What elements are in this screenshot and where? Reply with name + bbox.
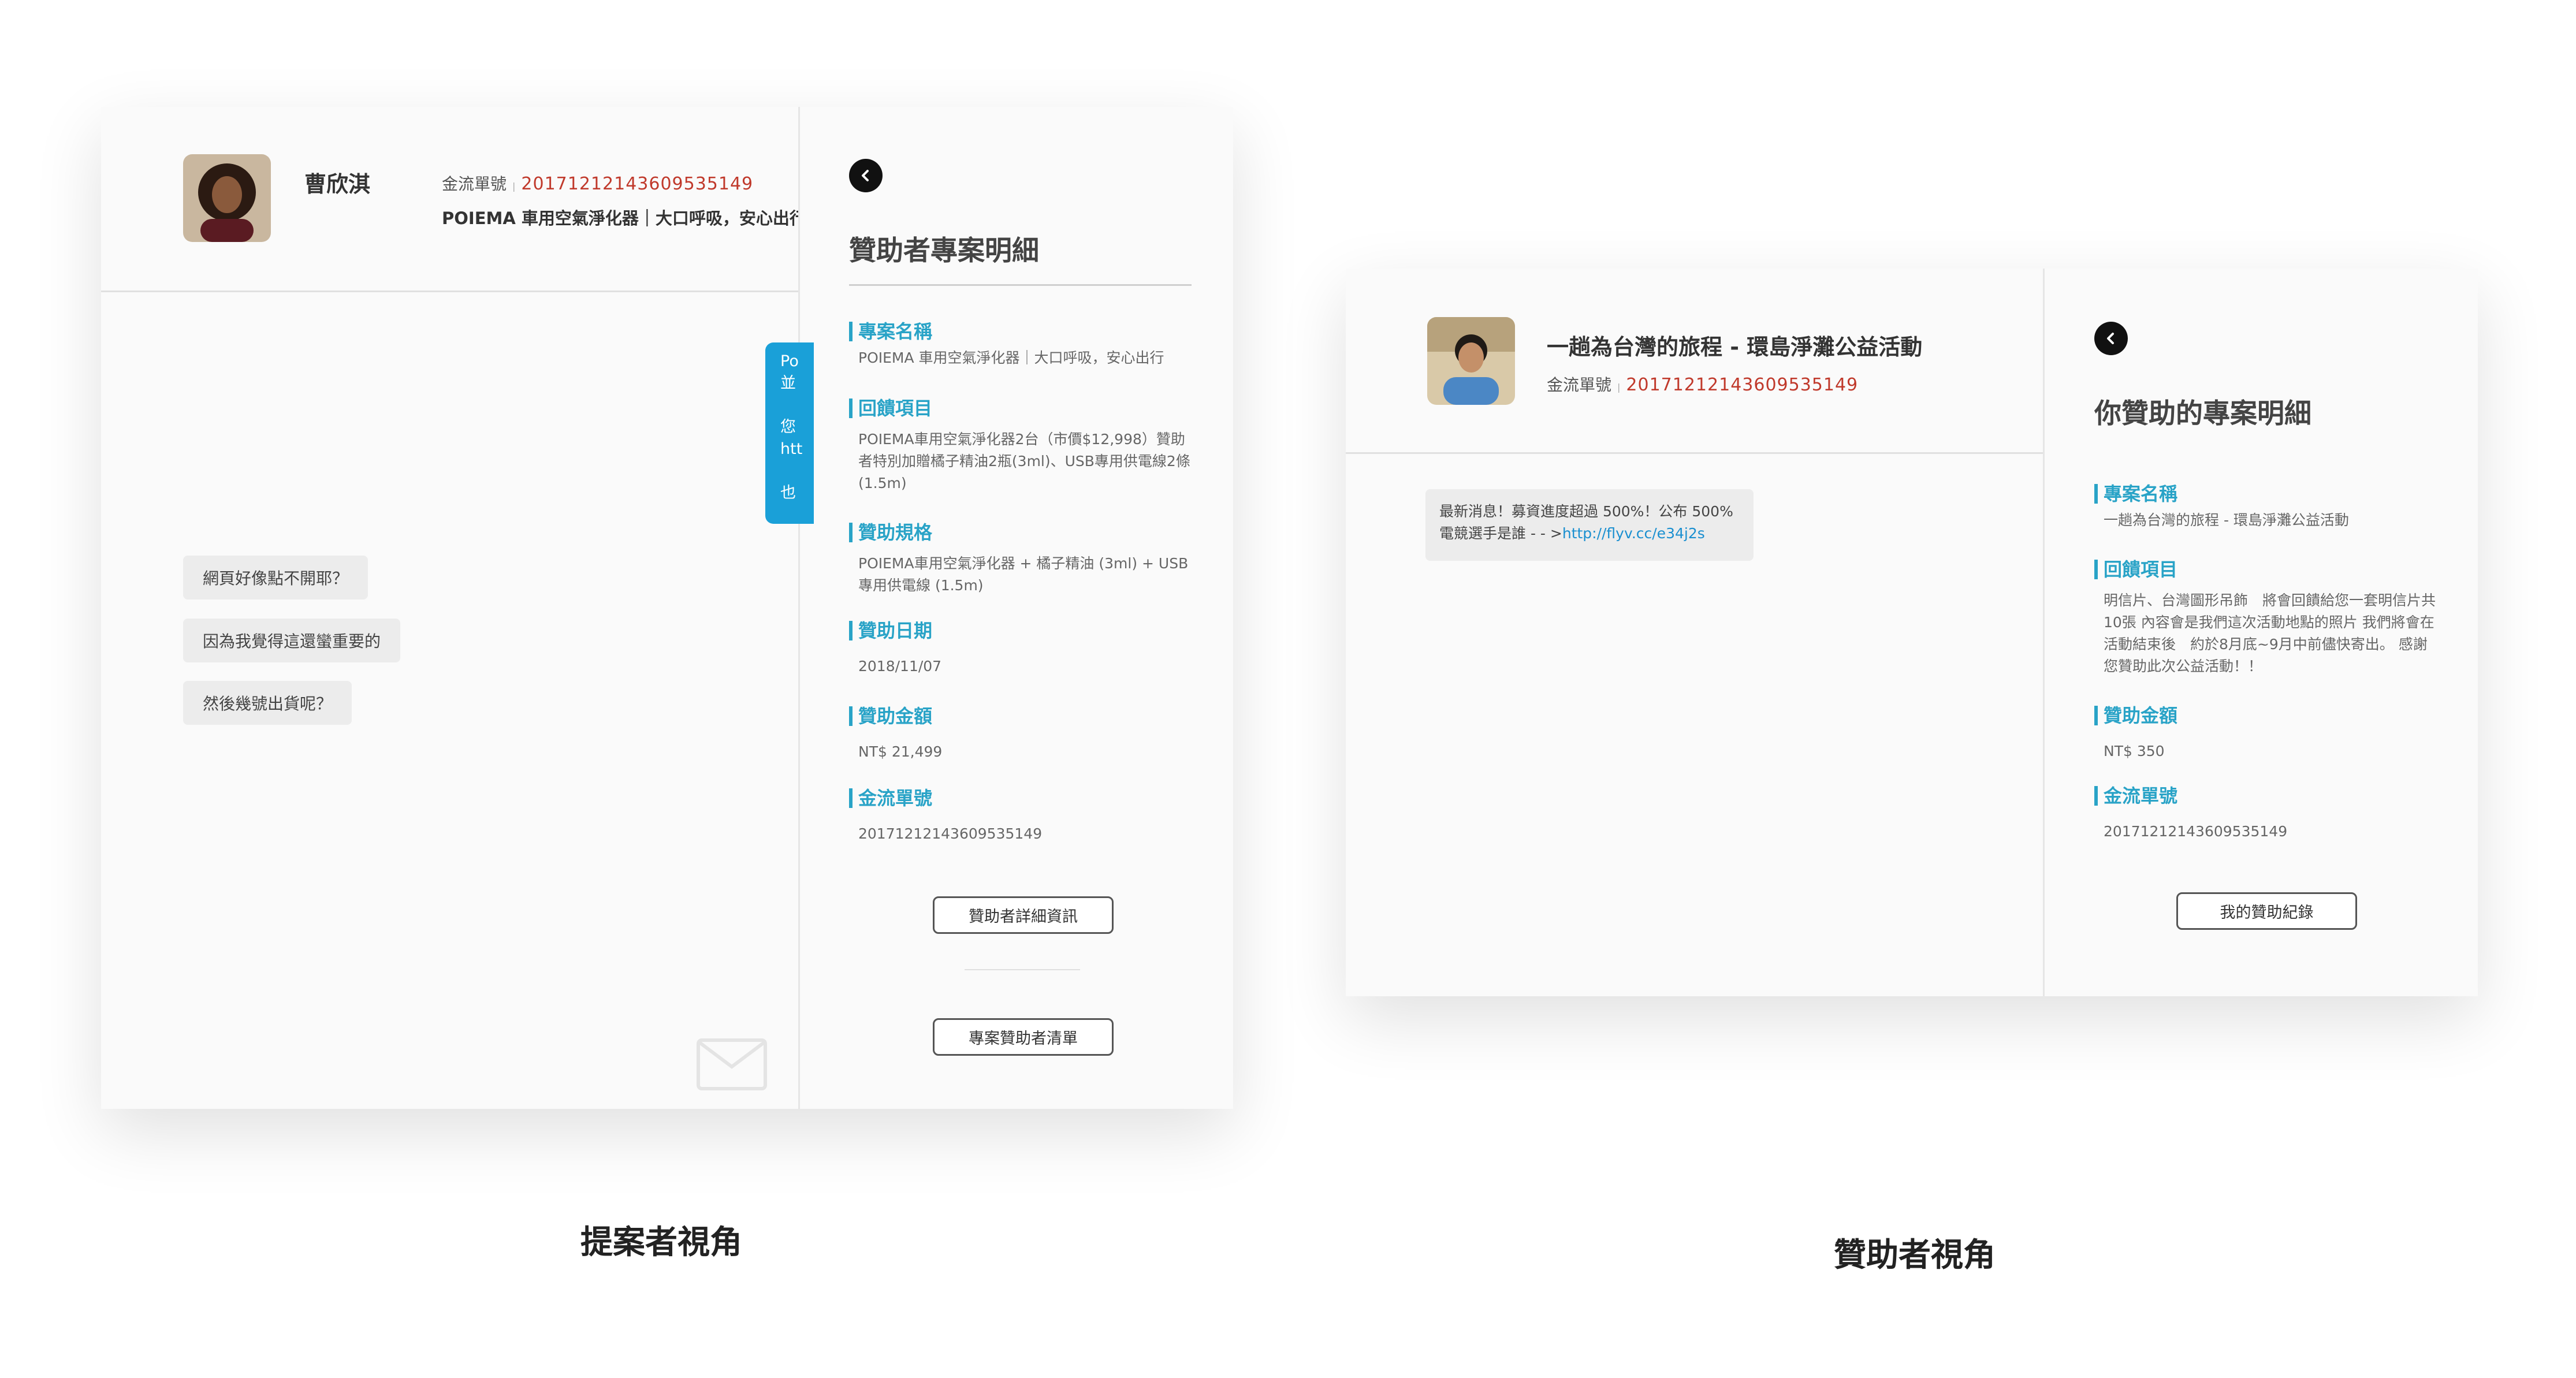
section-amount: 贊助金額 NT$ 21,499: [849, 706, 1196, 763]
my-sponsorship-records-button[interactable]: 我的贊助紀錄: [2176, 892, 2357, 930]
sent-message-line: htt: [780, 440, 803, 458]
proposer-view-card: 曹欣淇 金流單號 | 20171212143609535149 POIEMA 車用空…: [101, 107, 1233, 1109]
section-body: NT$ 21,499: [858, 743, 943, 760]
section-heading: 回饋項目: [2094, 560, 2441, 579]
caption-sponsor: 贊助者視角: [1834, 1237, 1996, 1274]
section-heading: 贊助規格: [849, 523, 1196, 542]
order-label: 金流單號: [1547, 375, 1612, 394]
section-body: NT$ 350: [2104, 743, 2165, 759]
section-reward: 回饋項目 POIEMA車用空氣淨化器2台（市價$12,998）贊助者特別加贈橘子…: [849, 398, 1196, 494]
section-body: POIEMA 車用空氣淨化器｜大口呼吸，安心出行: [858, 349, 1164, 366]
sent-message-line: 您: [780, 418, 796, 436]
message-link[interactable]: http://flyv.cc/e34j2s: [1562, 525, 1705, 542]
order-number-row: 金流單號 | 20171212143609535149: [442, 172, 753, 195]
section-spec: 贊助規格 POIEMA車用空氣淨化器 + 橘子精油 (3ml) + USB專用供…: [849, 523, 1196, 597]
panel-title: 你贊助的專案明細: [2094, 398, 2311, 430]
chevron-left-icon: [2107, 333, 2114, 344]
order-number-row: 金流單號 | 20171212143609535149: [1547, 373, 1858, 396]
section-heading: 贊助日期: [849, 621, 1196, 640]
back-button[interactable]: [849, 159, 883, 192]
pipe-divider: |: [1617, 382, 1621, 393]
person-avatar-icon: [1427, 317, 1515, 405]
header-divider: [1346, 452, 2043, 454]
section-body: POIEMA車用空氣淨化器2台（市價$12,998）贊助者特別加贈橘子精油2瓶(…: [858, 431, 1190, 491]
section-body: 20171212143609535149: [858, 825, 1043, 842]
sent-message-gap: [780, 394, 814, 416]
sponsor-view-card: 一趟為台灣的旅程 - 環島淨灘公益活動 金流單號 | 201712121436095…: [1346, 269, 2478, 996]
section-date: 贊助日期 2018/11/07: [849, 621, 1196, 677]
project-name: POIEMA 車用空氣淨化器｜大口呼吸，安心出行: [442, 208, 800, 228]
chat-message-news: 最新消息！募資進度超過 500%！公布 500% 電競選手是誰 - - >htt…: [1425, 489, 1754, 561]
sent-message-line: 並: [780, 374, 796, 392]
mail-icon[interactable]: [696, 1038, 768, 1093]
section-heading: 贊助金額: [849, 706, 1196, 726]
section-body: 明信片、台灣圖形吊飾 將會回饋給您一套明信片共10張 內容會是我們這次活動地點的…: [2104, 592, 2436, 675]
sponsor-list-button[interactable]: 專案贊助者清單: [933, 1018, 1114, 1056]
section-project-name: 專案名稱 POIEMA 車用空氣淨化器｜大口呼吸，安心出行: [849, 322, 1196, 369]
section-project-name: 專案名稱 一趟為台灣的旅程 - 環島淨灘公益活動: [2094, 484, 2441, 531]
section-heading: 回饋項目: [849, 398, 1196, 418]
sent-message-bubble: Po 並 您 htt 也: [765, 342, 814, 524]
order-number: 20171212143609535149: [1626, 375, 1859, 395]
order-label: 金流單號: [442, 174, 507, 193]
section-heading: 專案名稱: [849, 322, 1196, 341]
person-avatar-icon: [183, 154, 271, 242]
project-avatar: [1427, 317, 1515, 405]
section-body: 2018/11/07: [858, 658, 942, 675]
chat-message: 網頁好像點不開耶？: [183, 556, 368, 599]
project-title: 一趟為台灣的旅程 - 環島淨灘公益活動: [1547, 334, 1923, 360]
sponsor-detail-button[interactable]: 贊助者詳細資訊: [933, 896, 1114, 934]
button-separator: [965, 969, 1080, 970]
sent-message-gap: [780, 460, 814, 482]
chat-message: 因為我覺得這還蠻重要的: [183, 619, 401, 662]
chevron-left-icon: [862, 170, 869, 181]
sent-message-line: Po: [780, 352, 799, 370]
customer-avatar: [183, 154, 271, 242]
panel-divider: [2043, 269, 2045, 996]
header-divider: [101, 291, 799, 292]
section-body: 20171212143609535149: [2104, 823, 2288, 840]
section-body: 一趟為台灣的旅程 - 環島淨灘公益活動: [2104, 512, 2349, 528]
caption-proposer: 提案者視角: [580, 1224, 742, 1261]
section-heading: 贊助金額: [2094, 706, 2441, 725]
section-heading: 金流單號: [849, 788, 1196, 808]
section-reward: 回饋項目 明信片、台灣圖形吊飾 將會回饋給您一套明信片共10張 內容會是我們這次…: [2094, 560, 2441, 677]
panel-title: 贊助者專案明細: [849, 235, 1039, 267]
section-body: POIEMA車用空氣淨化器 + 橘子精油 (3ml) + USB專用供電線 (1…: [858, 555, 1189, 594]
title-underline: [849, 284, 1192, 286]
section-order-no: 金流單號 20171212143609535149: [849, 788, 1196, 845]
section-amount: 贊助金額 NT$ 350: [2094, 706, 2441, 762]
section-order-no: 金流單號 20171212143609535149: [2094, 786, 2441, 843]
order-number: 20171212143609535149: [521, 174, 754, 194]
chat-message: 然後幾號出貨呢？: [183, 681, 352, 725]
pipe-divider: |: [512, 181, 516, 192]
section-heading: 金流單號: [2094, 786, 2441, 806]
panel-divider: [798, 107, 800, 1109]
back-button[interactable]: [2094, 322, 2128, 355]
section-heading: 專案名稱: [2094, 484, 2441, 504]
sent-message-line: 也: [780, 484, 796, 502]
customer-name: 曹欣淇: [304, 172, 371, 197]
